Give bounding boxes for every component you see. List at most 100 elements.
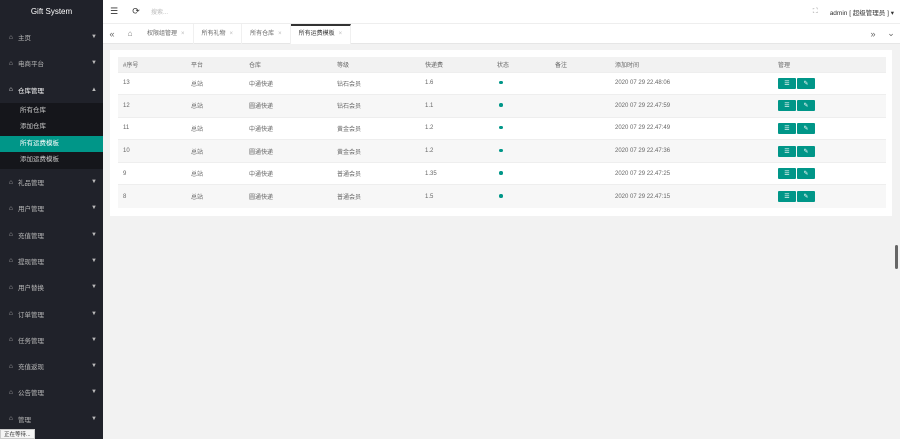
edit-icon[interactable]: ✎ [797,122,815,134]
sidebar-subitem[interactable]: 所有仓库 [0,103,103,120]
home-icon: ⌂ [9,415,13,423]
refresh-icon[interactable]: ⟳ [125,0,147,24]
table-row: 9 总站 中通快递 普通会员 1.35 2020 07 29 22.47:25 ☰ ✎ [118,161,886,185]
close-icon[interactable]: × [181,24,185,44]
sidebar-subitem[interactable]: 添加运费模板 [0,152,103,169]
table-header-row: #序号 平台 仓库 等级 快递费 状态 备注 添加时间 管理 [118,57,886,72]
sidebar-item[interactable]: ⌂ 订单管理 ▼ [0,300,103,326]
sidebar-item[interactable]: ⌂ 任务管理 ▼ [0,327,103,353]
close-icon[interactable]: × [230,24,234,44]
sidebar-item-label: 提现管理 [18,258,44,266]
edit-icon[interactable]: ✎ [797,100,815,112]
column-header: 仓库 [244,57,332,72]
cell-warehouse: 中通快递 [244,161,332,185]
list-icon[interactable]: ☰ [778,145,796,157]
status-dot-icon [499,171,503,175]
scrollbar-thumb[interactable] [895,245,898,269]
sidebar-subitem[interactable]: 添加仓库 [0,119,103,136]
column-header: 状态 [492,57,550,72]
sidebar-item[interactable]: ⌂ 管理 ▼ [0,406,103,432]
page-tabs: « ⌂ 权限组管理 × 所有礼物 × 所有仓库 × 所有运费模板 × » ⌄ [103,23,900,44]
cell-status [492,71,550,95]
tab-label: 所有运费模板 [298,31,335,37]
cell-id: 9 [118,161,186,185]
cell-warehouse: 圆通快递 [244,94,332,118]
caret-down-icon: ▼ [91,336,97,343]
tabs-scroll-left-icon[interactable]: « [103,24,121,44]
list-icon[interactable]: ☰ [778,100,796,112]
tabs-scroll-right-icon[interactable]: » [864,24,882,44]
home-icon: ⌂ [9,33,13,41]
search-input[interactable]: 搜索... [151,7,168,16]
tabs-menu-chevron-down-icon[interactable]: ⌄ [882,24,900,44]
edit-icon[interactable]: ✎ [797,145,815,157]
caret-down-icon: ▼ [91,363,97,370]
sidebar-item-label: 用户替换 [18,285,44,293]
tab[interactable]: 所有运费模板 × [290,23,352,44]
cell-platform: 总站 [186,71,244,95]
edit-icon[interactable]: ✎ [797,168,815,180]
cell-level: 黄金会员 [332,116,420,140]
close-icon[interactable]: × [339,26,343,43]
tab-label: 所有仓库 [250,30,275,37]
user-menu[interactable]: admin [ 超级管理员 ] ▾ [830,7,894,17]
sidebar: Gift System ⌂ 主页 ▼ ⌂ 电商平台 ▼ ⌂ 仓库管理 ▲ 所有仓库 添加仓库 所有运费… [0,0,103,439]
list-icon[interactable]: ☰ [778,191,796,203]
sidebar-item[interactable]: ⌂ 公告管理 ▼ [0,379,103,405]
sidebar-item-label: 礼品管理 [18,180,44,188]
sidebar-submenu: 所有仓库 添加仓库 所有运费模板 添加运费模板 [0,102,103,169]
column-header: 快递费 [420,57,492,72]
sidebar-item-label: 充值管理 [18,232,44,240]
cell-remark [550,184,610,208]
cell-platform: 总站 [186,161,244,185]
column-header: 添加时间 [610,57,773,72]
home-icon: ⌂ [9,310,13,318]
tab[interactable]: 所有礼物 × [194,23,243,44]
sidebar-item[interactable]: ⌂ 用户管理 ▼ [0,195,103,221]
sidebar-subitem[interactable]: 所有运费模板 [0,135,103,153]
caret-down-icon: ▼ [91,60,97,67]
sidebar-item[interactable]: ⌂ 提现管理 ▼ [0,248,103,274]
close-icon[interactable]: × [278,24,282,44]
list-icon[interactable]: ☰ [778,77,796,89]
sidebar-item[interactable]: ⌂ 仓库管理 ▲ [0,77,103,103]
list-icon[interactable]: ☰ [778,168,796,180]
caret-down-icon: ▼ [91,310,97,317]
sidebar-item[interactable]: ⌂ 充值返现 ▼ [0,353,103,379]
menu-toggle-icon[interactable]: ☰ [103,0,125,24]
sidebar-nav: ⌂ 主页 ▼ ⌂ 电商平台 ▼ ⌂ 仓库管理 ▲ 所有仓库 添加仓库 所有运费模板 添加运费模板 ⌂ 礼品管… [0,24,103,432]
column-header: #序号 [118,57,186,72]
app-logo[interactable]: Gift System [0,0,103,24]
cell-time: 2020 07 29 22.47:49 [610,116,773,140]
sidebar-item[interactable]: ⌂ 主页 ▼ [0,24,103,50]
home-icon: ⌂ [9,283,13,291]
cell-status [492,139,550,163]
fullscreen-icon[interactable]: ⛶ [813,8,818,16]
sidebar-item[interactable]: ⌂ 礼品管理 ▼ [0,169,103,195]
cell-level: 钻石会员 [332,94,420,118]
tab[interactable]: 所有仓库 × [242,23,291,44]
home-icon: ⌂ [9,257,13,265]
table-row: 12 总站 圆通快递 钻石会员 1.1 2020 07 29 22.47:59 ☰ ✎ [118,94,886,118]
home-tab-icon[interactable]: ⌂ [121,29,139,38]
cell-actions: ☰ ✎ [773,71,886,95]
content-card: #序号 平台 仓库 等级 快递费 状态 备注 添加时间 管理 13 总站 中通快递 钻石会员 1.6 20… [110,50,892,216]
sidebar-item[interactable]: ⌂ 用户替换 ▼ [0,274,103,300]
cell-time: 2020 07 29 22.47:59 [610,94,773,118]
cell-actions: ☰ ✎ [773,94,886,118]
home-icon: ⌂ [9,86,13,94]
edit-icon[interactable]: ✎ [797,191,815,203]
edit-icon[interactable]: ✎ [797,77,815,89]
home-icon: ⌂ [9,388,13,396]
sidebar-item[interactable]: ⌂ 充值管理 ▼ [0,221,103,247]
cell-fee: 1.2 [420,139,492,163]
sidebar-item[interactable]: ⌂ 电商平台 ▼ [0,50,103,76]
tab[interactable]: 权限组管理 × [139,23,194,44]
caret-down-icon: ▼ [91,257,97,264]
cell-id: 10 [118,139,186,163]
list-icon[interactable]: ☰ [778,122,796,134]
sidebar-item-label: 主页 [18,35,31,43]
cell-warehouse: 圆通快递 [244,184,332,208]
table-row: 11 总站 中通快递 黄金会员 1.2 2020 07 29 22.47:49 ☰ ✎ [118,116,886,140]
caret-down-icon: ▼ [91,415,97,422]
